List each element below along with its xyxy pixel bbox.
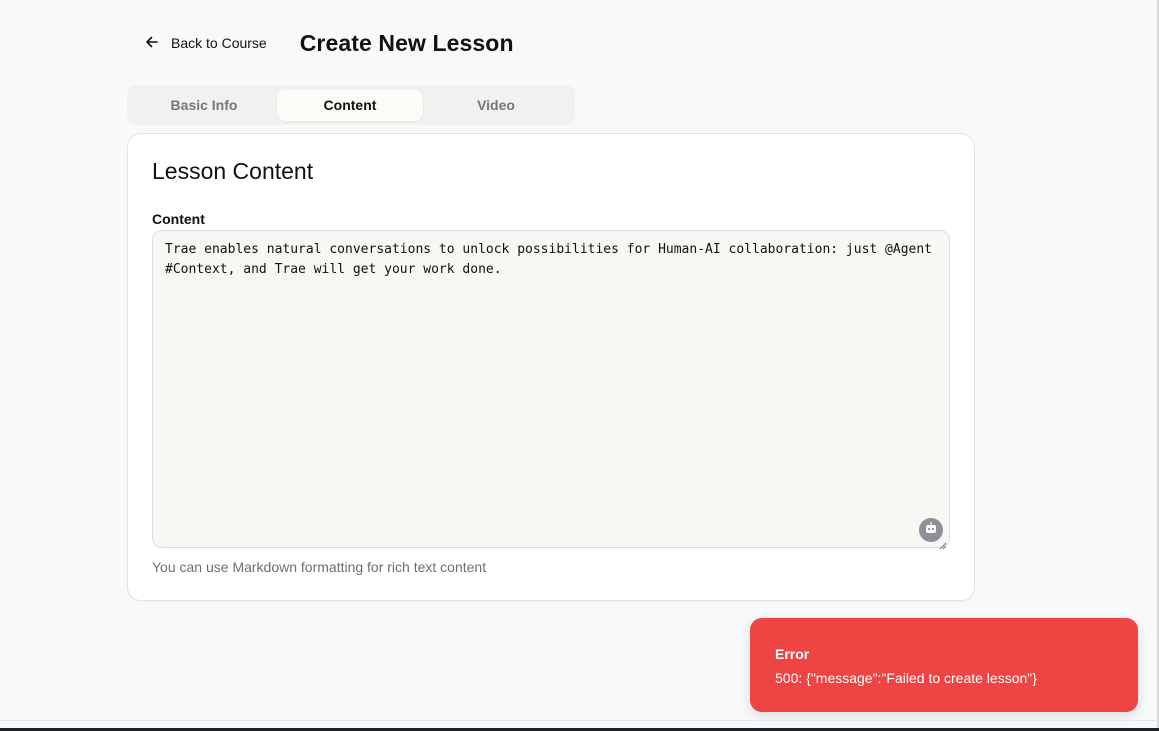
content-field-label: Content — [152, 211, 205, 227]
page-title: Create New Lesson — [299, 29, 514, 56]
lesson-content-card: Lesson Content Content Trae enables natu… — [127, 133, 975, 601]
back-to-course-button[interactable]: Back to Course — [139, 29, 273, 57]
card-title: Lesson Content — [152, 158, 314, 184]
textarea-resize-handle[interactable] — [939, 537, 947, 550]
tab-video[interactable]: Video — [423, 90, 569, 121]
divider — [0, 720, 1159, 721]
page-header: Back to Course Create New Lesson — [139, 28, 514, 58]
tab-basic-info[interactable]: Basic Info — [131, 90, 277, 121]
arrow-left-icon — [145, 35, 159, 52]
toast-message: 500: {"message":"Failed to create lesson… — [775, 670, 1037, 686]
tab-content[interactable]: Content — [277, 89, 423, 121]
toast-title: Error — [775, 646, 810, 662]
markdown-helper-text: You can use Markdown formatting for rich… — [152, 559, 487, 575]
error-toast[interactable]: Error 500: {"message":"Failed to create … — [750, 618, 1138, 712]
content-textarea[interactable]: Trae enables natural conversations to un… — [152, 230, 950, 550]
content-textarea-value: Trae enables natural conversations to un… — [165, 242, 940, 277]
back-to-course-label: Back to Course — [171, 35, 267, 51]
lesson-tabs: Basic Info Content Video — [127, 85, 575, 125]
robot-icon — [924, 521, 938, 540]
